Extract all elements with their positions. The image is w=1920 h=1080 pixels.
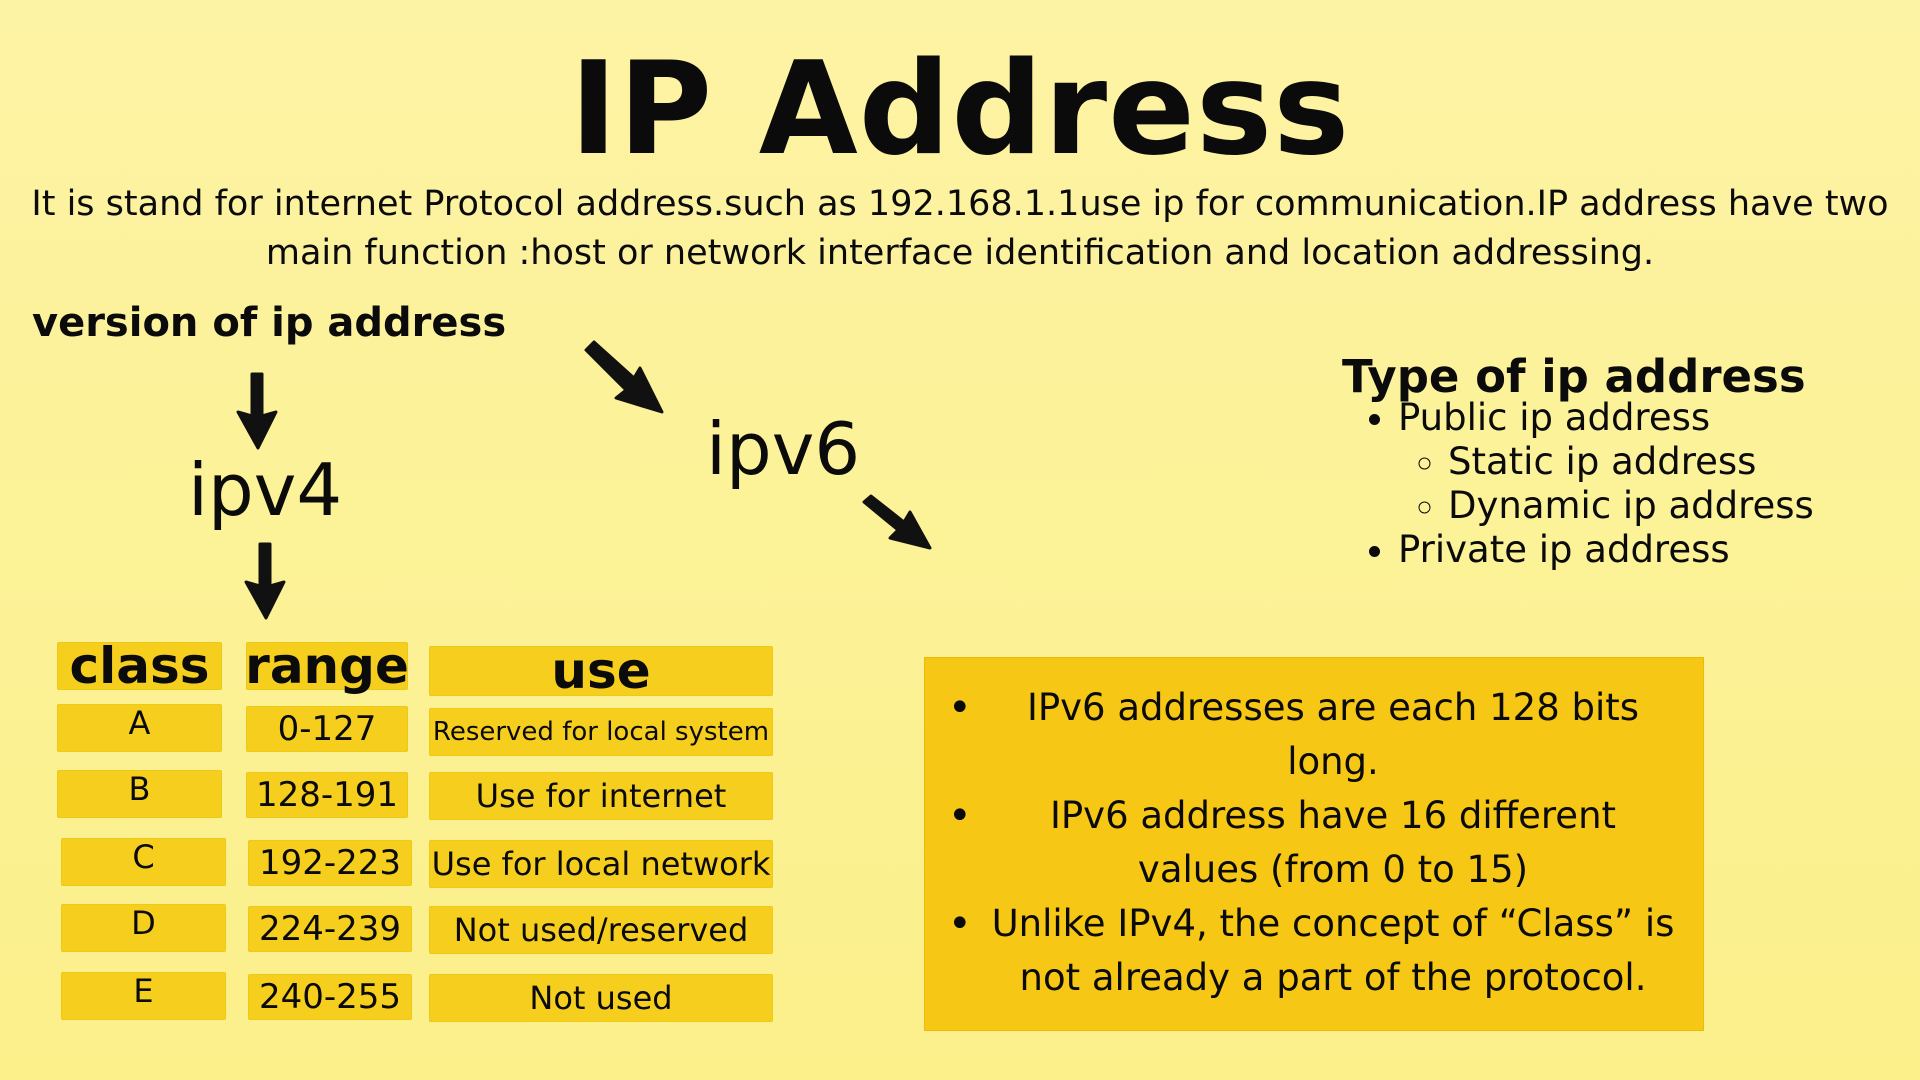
table-cell-use: Not used/reserved xyxy=(429,906,773,954)
table-header-range: range xyxy=(245,637,409,695)
table-cell-class: E xyxy=(61,972,226,1020)
table-cell-range: 0-127 xyxy=(246,706,408,752)
arrow-diagonal-icon xyxy=(862,494,932,550)
ipv6-notes-list: IPv6 addresses are each 128 bits long. I… xyxy=(924,657,1704,1005)
table-cell-range: 128-191 xyxy=(246,772,408,818)
list-item: Private ip address xyxy=(1398,528,1814,572)
list-item: IPv6 addresses are each 128 bits long. xyxy=(948,681,1680,789)
arrow-down-icon xyxy=(236,372,278,450)
table-header-use: use xyxy=(429,642,773,700)
list-item: Static ip address xyxy=(1448,440,1814,484)
table-cell-class: D xyxy=(61,904,226,952)
ipv6-notes-box: IPv6 addresses are each 128 bits long. I… xyxy=(924,657,1704,1031)
public-ip-label: Public ip address xyxy=(1398,396,1711,439)
table-cell-range: 192-223 xyxy=(248,840,412,886)
arrow-diagonal-icon xyxy=(584,340,664,414)
ipv6-label: ipv6 xyxy=(706,407,861,491)
intro-text: It is stand for internet Protocol addres… xyxy=(31,184,1889,273)
table-cell-range: 224-239 xyxy=(248,906,412,952)
ipv4-label: ipv4 xyxy=(188,448,343,532)
versions-heading: version of ip address xyxy=(32,300,507,346)
table-cell-range: 240-255 xyxy=(248,974,412,1020)
types-list: Public ip address Static ip address Dyna… xyxy=(1362,396,1814,572)
arrow-down-icon xyxy=(244,542,286,620)
list-item: Dynamic ip address xyxy=(1448,484,1814,528)
table-cell-class: C xyxy=(61,838,226,886)
page-title: IP Address xyxy=(569,35,1351,184)
list-item: IPv6 address have 16 different values (f… xyxy=(948,789,1680,897)
table-cell-class: B xyxy=(57,770,222,818)
table-cell-use: Reserved for local system xyxy=(429,708,773,756)
table-cell-use: Use for internet xyxy=(429,772,773,820)
list-item: Public ip address Static ip address Dyna… xyxy=(1398,396,1814,528)
table-header-class: class xyxy=(57,637,222,695)
table-cell-class: A xyxy=(57,704,222,752)
table-cell-use: Not used xyxy=(429,974,773,1022)
table-cell-use: Use for local network xyxy=(429,840,773,888)
list-item: Unlike IPv4, the concept of “Class” is n… xyxy=(948,897,1680,1005)
